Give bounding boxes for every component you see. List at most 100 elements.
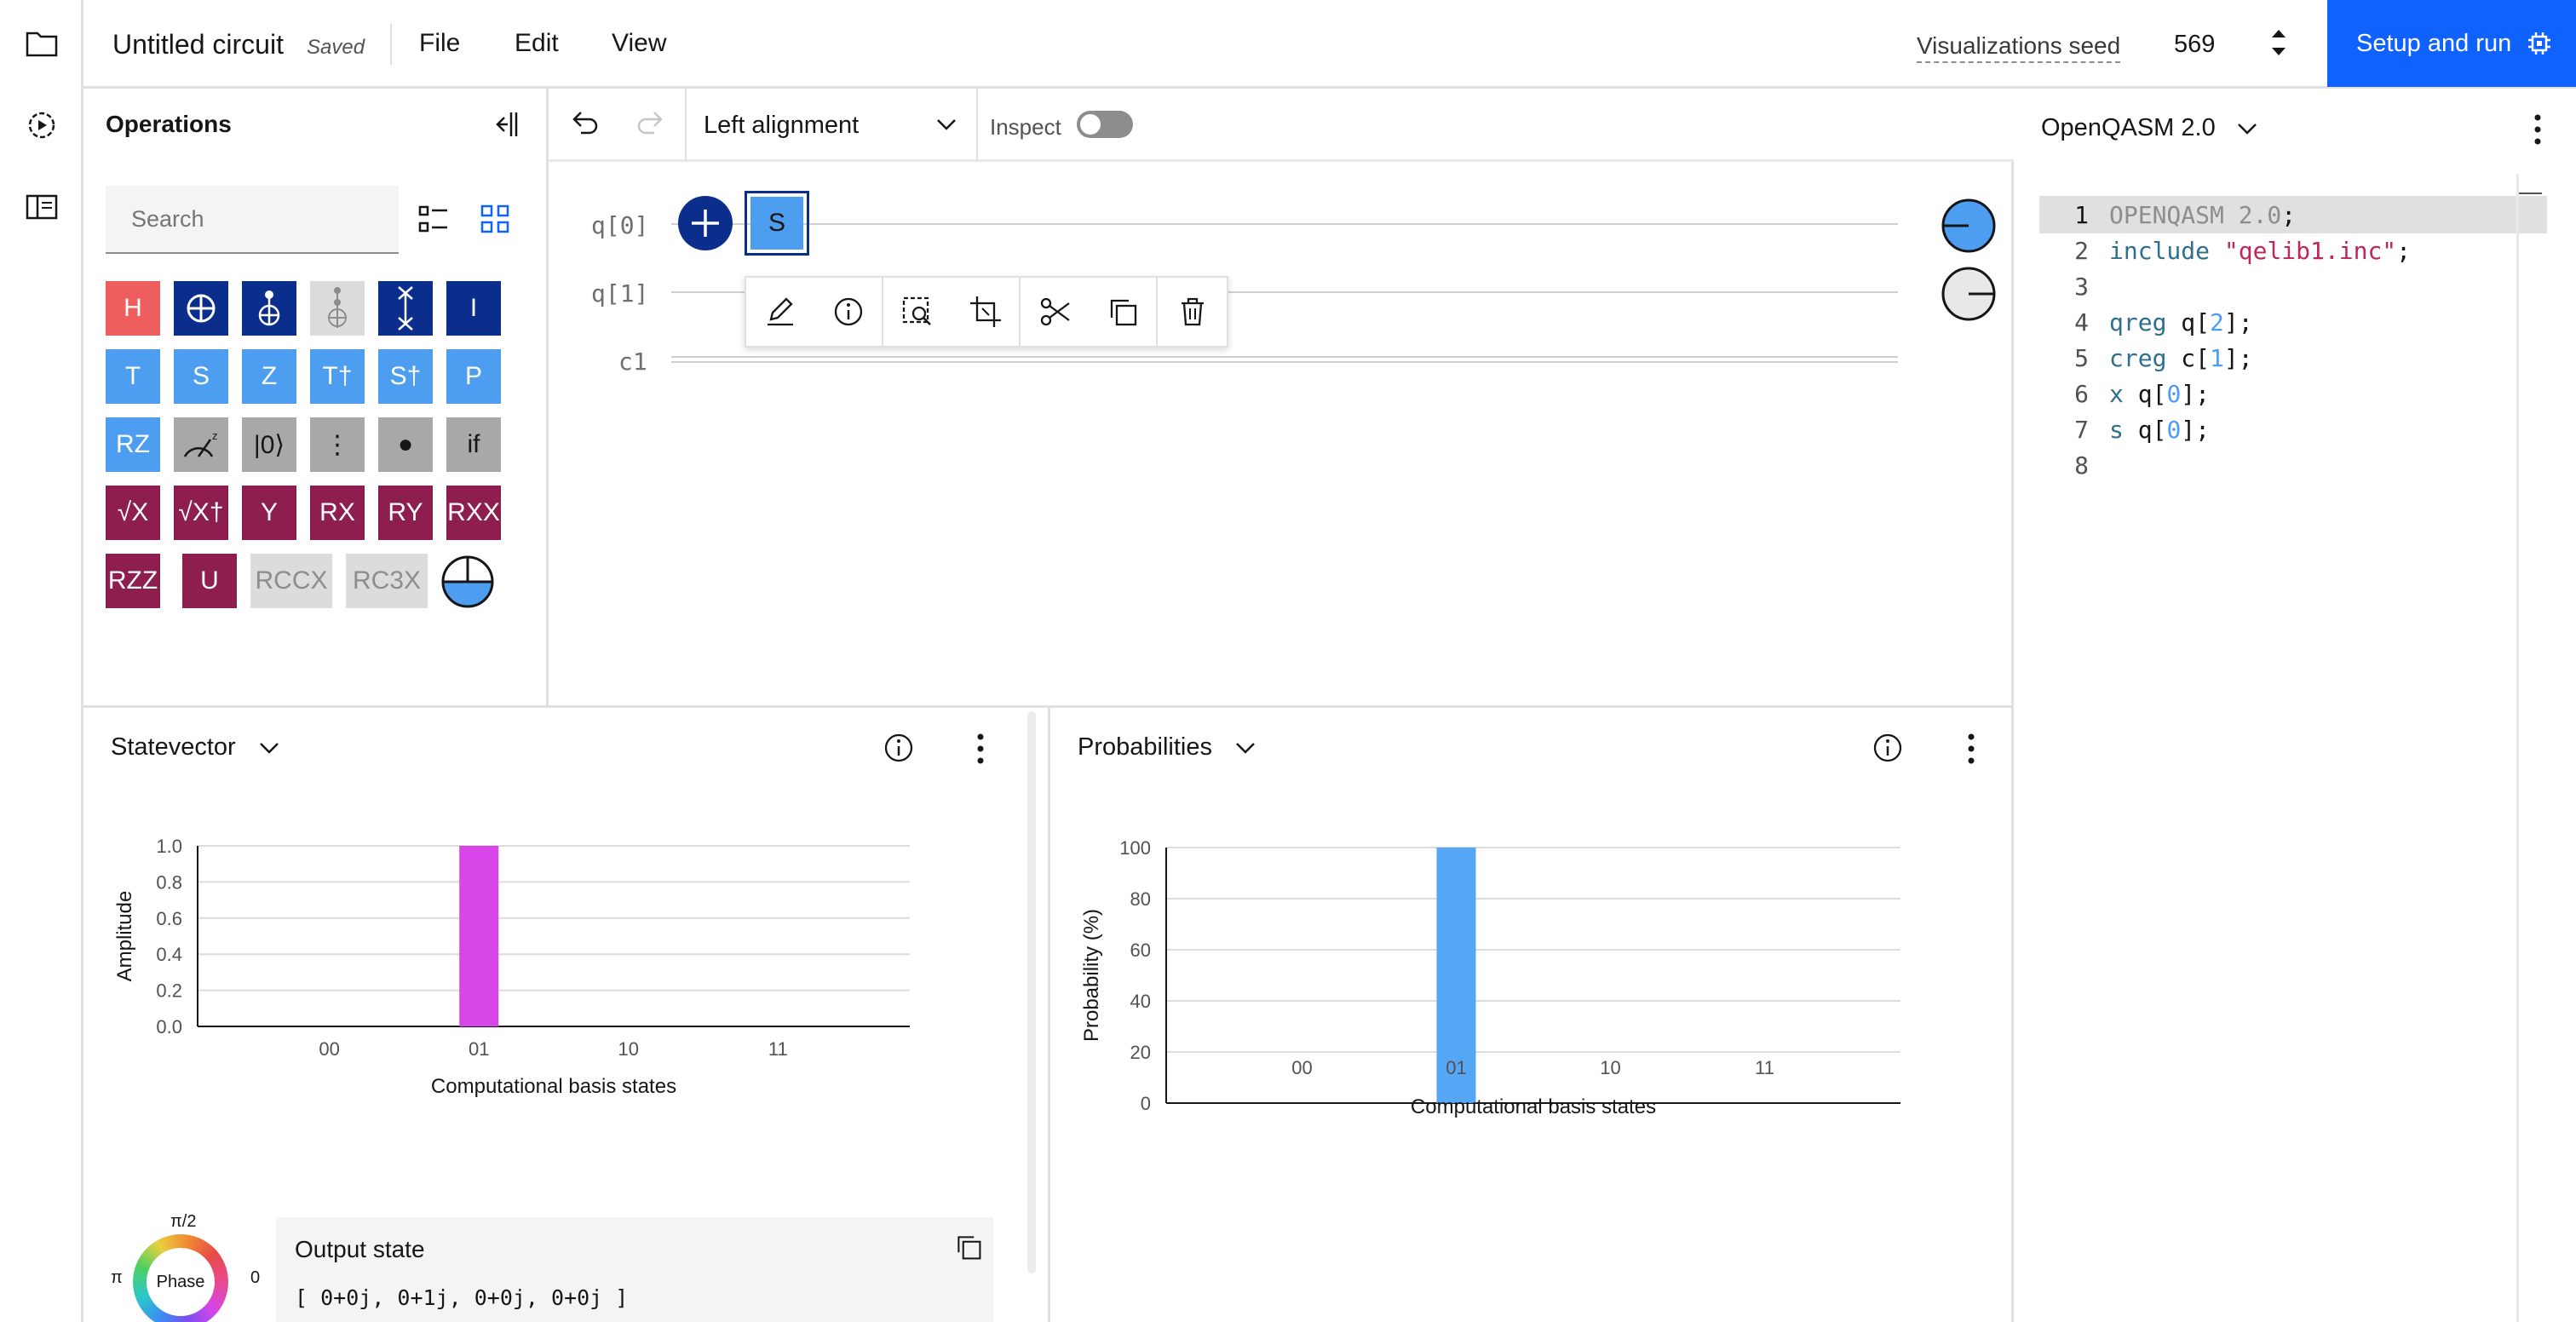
overflow-menu-icon[interactable] (2532, 112, 2544, 151)
gate-rc3x[interactable]: RC3X (346, 554, 428, 608)
info-icon[interactable] (883, 732, 915, 768)
cut-icon[interactable] (1021, 278, 1090, 346)
gate-cnot[interactable] (242, 281, 296, 336)
grid-view-icon[interactable] (479, 203, 511, 239)
statevector-panel: Statevector 0.0 0.2 0.4 0.6 0.8 1.0 00 01 10 11 Co… (83, 705, 1048, 1322)
chevron-down-icon (2236, 120, 2258, 137)
y-tick-label: 0.6 (156, 908, 182, 929)
half-filled-circle-icon (441, 555, 494, 608)
circuit-title[interactable]: Untitled circuit (112, 29, 284, 60)
list-view-icon[interactable] (417, 203, 450, 239)
gate-custom-circle[interactable] (440, 554, 496, 614)
info-icon[interactable] (815, 278, 884, 346)
visualizations-seed-label[interactable]: Visualizations seed (1917, 32, 2121, 63)
folder-icon[interactable] (20, 22, 63, 65)
alignment-dropdown[interactable]: Left alignment (687, 89, 976, 162)
code-line[interactable]: 5 creg c[1]; (2044, 341, 2252, 376)
seed-value-input[interactable]: 569 (2174, 31, 2215, 59)
gate-sqrt-x-dagger[interactable]: √X† (174, 486, 228, 540)
gate-rx[interactable]: RX (310, 486, 365, 540)
qubit-probability-disk-q1[interactable] (1941, 266, 1997, 326)
gate-barrier[interactable]: ⋮ (310, 417, 365, 472)
menu-view[interactable]: View (612, 29, 666, 58)
gate-y[interactable]: Y (242, 486, 296, 540)
probabilities-dropdown[interactable]: Probabilities (1078, 733, 1256, 762)
overflow-menu-icon[interactable] (1965, 732, 1977, 770)
placed-gate-s-selected[interactable]: S (745, 191, 809, 256)
copy-icon[interactable] (1090, 278, 1159, 346)
editor-scrollbar[interactable] (2516, 174, 2519, 1322)
gate-x[interactable] (174, 281, 228, 336)
phase-color-wheel: Phase (133, 1234, 228, 1322)
gate-control[interactable]: ● (378, 417, 433, 472)
gate-s-dagger[interactable]: S† (378, 349, 433, 404)
circuit-toolbar: Left alignment Inspect (549, 89, 2014, 162)
phase-left-label: π (111, 1268, 123, 1287)
inspect-label: Inspect (990, 114, 1061, 140)
language-dropdown-value: OpenQASM 2.0 (2041, 114, 2216, 141)
qubit-probability-disk-q0[interactable] (1941, 198, 1997, 258)
placed-gate-x[interactable] (678, 196, 733, 250)
code-line[interactable]: 1 OPENQASM 2.0; (2044, 198, 2296, 233)
gate-u[interactable]: U (182, 554, 237, 608)
panel-toggle-icon[interactable] (20, 186, 63, 228)
phase-label: Phase (147, 1248, 215, 1316)
crop-icon[interactable] (952, 278, 1021, 346)
gate-i[interactable]: I (446, 281, 501, 336)
gate-swap[interactable] (378, 281, 433, 336)
bar-01[interactable] (459, 846, 499, 1026)
edit-icon[interactable] (746, 278, 815, 346)
code-line[interactable]: 8 (2044, 448, 2109, 484)
gate-toffoli[interactable] (310, 281, 365, 336)
toolbar-divider (976, 89, 978, 162)
circuit-canvas: q[0] q[1] c1 S (549, 162, 2014, 705)
gate-h[interactable]: H (106, 281, 160, 336)
gate-if[interactable]: if (446, 417, 501, 472)
gate-t-dagger[interactable]: T† (310, 349, 365, 404)
operations-title: Operations (106, 111, 232, 137)
wire-label-q0: q[0] (591, 211, 649, 239)
delete-icon[interactable] (1158, 278, 1227, 346)
code-line[interactable]: 4 qreg q[2]; (2044, 305, 2252, 341)
gate-sqrt-x[interactable]: √X (106, 486, 160, 540)
jobs-icon[interactable] (20, 104, 63, 147)
xor-icon (187, 294, 216, 323)
menu-edit[interactable]: Edit (515, 29, 559, 58)
undo-icon[interactable] (567, 107, 601, 146)
gate-t[interactable]: T (106, 349, 160, 404)
code-line[interactable]: 3 (2044, 269, 2109, 305)
code-line[interactable]: 2 include "qelib1.inc"; (2044, 233, 2411, 269)
x-tick-label: 01 (1446, 1057, 1466, 1078)
gate-rzz[interactable]: RZZ (106, 554, 160, 608)
gate-ry[interactable]: RY (378, 486, 433, 540)
redo-icon[interactable] (634, 107, 668, 146)
placed-gate-s: S (750, 197, 803, 250)
inspect-gate-icon[interactable] (883, 278, 952, 346)
setup-and-run-button[interactable]: Setup and run (2327, 0, 2576, 87)
y-tick-label: 0.8 (156, 871, 182, 893)
gate-rxx[interactable]: RXX (446, 486, 501, 540)
inspect-toggle[interactable] (1077, 111, 1133, 138)
gate-z[interactable]: Z (242, 349, 296, 404)
overflow-menu-icon[interactable] (975, 732, 986, 770)
measure-icon: z (183, 429, 218, 457)
language-dropdown[interactable]: OpenQASM 2.0 (2041, 114, 2258, 142)
gate-measure-z[interactable]: z (174, 417, 228, 472)
seed-stepper[interactable] (2269, 26, 2288, 64)
gate-rz[interactable]: RZ (106, 417, 160, 472)
code-line[interactable]: 6x q[0]; (2044, 376, 2210, 412)
code-line[interactable]: 7s q[0]; (2044, 412, 2210, 448)
panel-scrollbar[interactable] (1027, 711, 1036, 1273)
search-input[interactable] (106, 186, 399, 254)
x-axis-title: Computational basis states (1411, 1095, 1656, 1118)
statevector-dropdown[interactable]: Statevector (111, 733, 280, 762)
gate-rccx[interactable]: RCCX (250, 554, 332, 608)
collapse-panel-icon[interactable] (491, 109, 521, 144)
gate-p[interactable]: P (446, 349, 501, 404)
menu-file[interactable]: File (419, 29, 460, 58)
info-icon[interactable] (1872, 732, 1904, 768)
gate-reset[interactable]: |0⟩ (242, 417, 296, 472)
saved-status: Saved (307, 36, 365, 59)
copy-icon[interactable] (954, 1233, 983, 1266)
gate-s[interactable]: S (174, 349, 228, 404)
